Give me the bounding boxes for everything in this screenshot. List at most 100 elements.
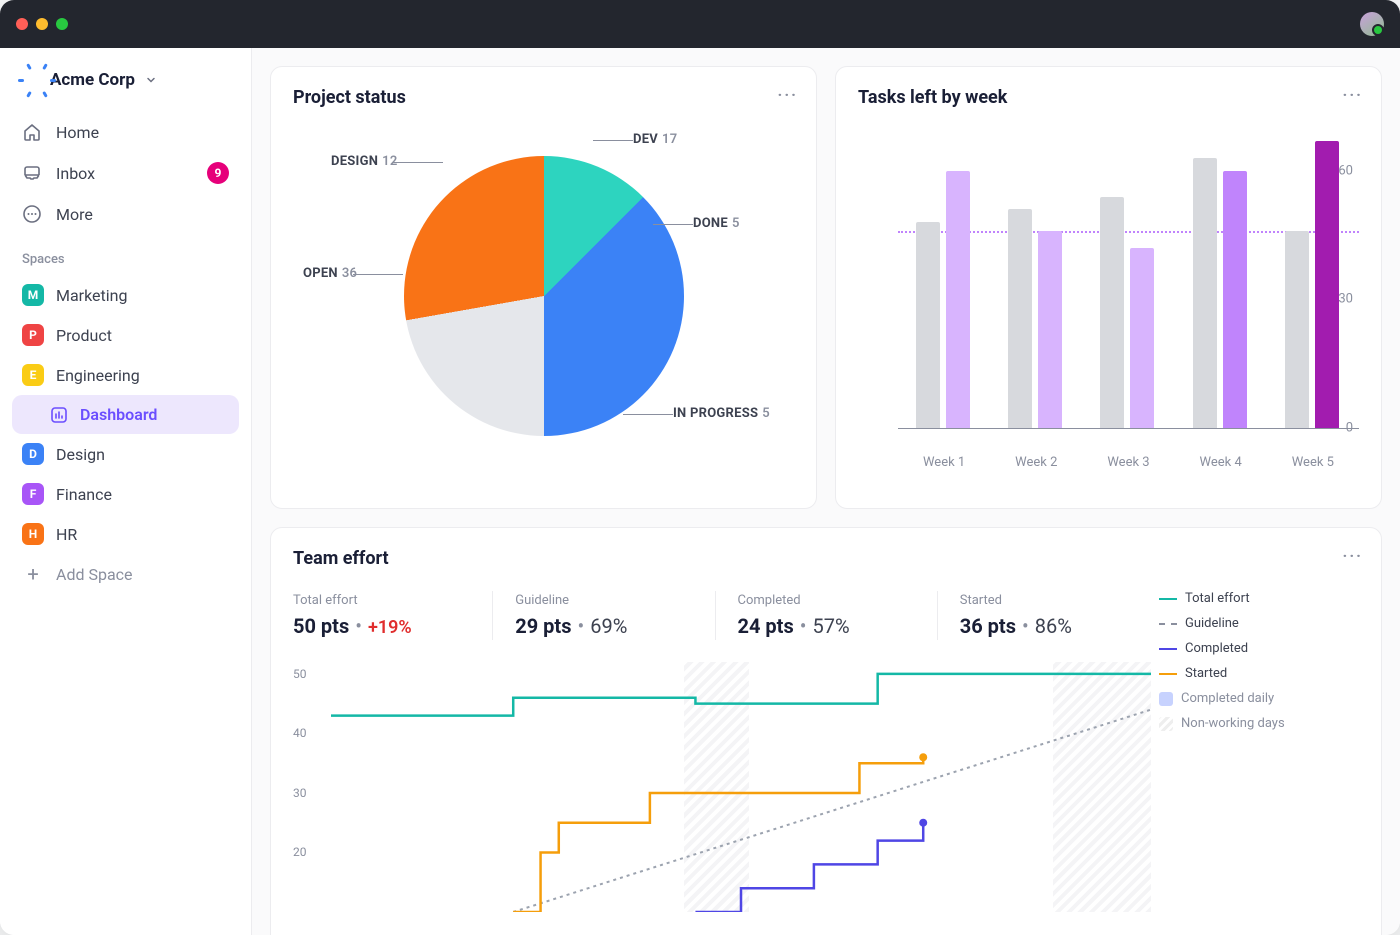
nav-home-label: Home — [56, 123, 99, 142]
team-effort-menu-button[interactable]: ··· — [1343, 546, 1363, 565]
chevron-down-icon — [145, 74, 157, 86]
tasks-by-week-card: Tasks left by week ··· 03060Week 1Week 2… — [835, 66, 1382, 509]
user-avatar[interactable] — [1360, 12, 1384, 36]
bar-a — [1008, 209, 1032, 428]
legend-non-working: Non-working days — [1159, 716, 1359, 731]
y-tick: 30 — [293, 786, 307, 800]
bar-b — [1315, 141, 1339, 428]
space-name: HR — [56, 525, 77, 544]
window-minimize-button[interactable] — [36, 18, 48, 30]
pie-label-done: DONE 5 — [693, 216, 740, 231]
sidebar-dashboard[interactable]: Dashboard — [12, 395, 239, 434]
bar-b — [1223, 171, 1247, 428]
bar-a — [1100, 197, 1124, 428]
bar-b — [1130, 248, 1154, 428]
stat-total-effort: Total effort 50 pts•+19% — [293, 591, 492, 640]
bar-group-1 — [916, 171, 972, 428]
bar-group-4 — [1193, 158, 1249, 428]
bar-a — [916, 222, 940, 428]
inbox-icon — [22, 163, 42, 183]
space-name: Finance — [56, 485, 112, 504]
bar-b — [1038, 231, 1062, 428]
nav-more[interactable]: More — [12, 194, 239, 234]
stat-label: Completed — [738, 593, 915, 608]
more-icon — [22, 204, 42, 224]
project-status-title: Project status — [293, 87, 794, 108]
sidebar: Acme Corp Home Inbox 9 More — [0, 48, 252, 935]
add-space-button[interactable]: + Add Space — [12, 554, 239, 594]
stat-value: 50 pts•+19% — [293, 614, 470, 638]
space-item-finance[interactable]: F Finance — [12, 474, 239, 514]
org-name: Acme Corp — [50, 70, 135, 90]
space-item-hr[interactable]: H HR — [12, 514, 239, 554]
space-name: Design — [56, 445, 105, 464]
stat-completed: Completed24 pts•57% — [715, 591, 937, 640]
team-effort-title: Team effort — [293, 548, 1359, 569]
space-icon: E — [22, 364, 44, 386]
team-effort-chart — [331, 662, 1151, 912]
dashboard-label: Dashboard — [80, 405, 157, 424]
x-label: Week 3 — [1100, 455, 1156, 470]
stat-label: Started — [960, 593, 1137, 608]
legend-completed: Completed — [1159, 641, 1359, 656]
project-status-pie — [404, 156, 684, 436]
x-label: Week 4 — [1193, 455, 1249, 470]
space-name: Product — [56, 326, 112, 345]
nav-more-label: More — [56, 205, 93, 224]
bar-group-3 — [1100, 197, 1156, 428]
nav-home[interactable]: Home — [12, 112, 239, 152]
add-space-label: Add Space — [56, 565, 133, 584]
pie-label-open: OPEN 36 — [303, 266, 357, 281]
stat-label: Guideline — [515, 593, 692, 608]
titlebar — [0, 0, 1400, 48]
x-label: Week 5 — [1285, 455, 1341, 470]
x-label: Week 2 — [1008, 455, 1064, 470]
legend-started: Started — [1159, 666, 1359, 681]
inbox-badge: 9 — [207, 162, 229, 184]
org-switcher[interactable]: Acme Corp — [12, 64, 239, 96]
space-icon: H — [22, 523, 44, 545]
dashboard-icon — [50, 406, 68, 424]
y-tick: 50 — [293, 667, 307, 681]
pie-label-in-progress: IN PROGRESS 5 — [673, 406, 770, 421]
space-name: Engineering — [56, 366, 140, 385]
space-icon: P — [22, 324, 44, 346]
stat-guideline: Guideline 29 pts•69% — [492, 591, 714, 640]
y-tick: 40 — [293, 726, 307, 740]
y-tick: 20 — [293, 845, 307, 859]
project-status-menu-button[interactable]: ··· — [778, 85, 798, 104]
space-item-design[interactable]: D Design — [12, 434, 239, 474]
space-item-marketing[interactable]: M Marketing — [12, 275, 239, 315]
window-zoom-button[interactable] — [56, 18, 68, 30]
stat-started: Started 36 pts•86% — [937, 591, 1159, 640]
org-logo-icon — [20, 70, 40, 90]
tasks-by-week-menu-button[interactable]: ··· — [1343, 85, 1363, 104]
home-icon — [22, 122, 42, 142]
legend-completed-daily: Completed daily — [1159, 691, 1359, 706]
bar-group-2 — [1008, 209, 1064, 428]
space-item-engineering[interactable]: E Engineering — [12, 355, 239, 395]
stat-value: 36 pts•86% — [960, 614, 1137, 638]
plus-icon: + — [22, 563, 44, 585]
bar-group-5 — [1285, 141, 1341, 428]
bar-b — [946, 171, 970, 428]
space-icon: F — [22, 483, 44, 505]
space-name: Marketing — [56, 286, 127, 305]
window-close-button[interactable] — [16, 18, 28, 30]
bar-a — [1285, 231, 1309, 428]
space-icon: D — [22, 443, 44, 465]
pie-label-dev: DEV 17 — [633, 132, 677, 147]
project-status-card: Project status ··· DEV 17 DONE 5 IN PROGRE… — [270, 66, 817, 509]
pie-label-design: DESIGN 12 — [331, 154, 398, 169]
stat-value: 29 pts•69% — [515, 614, 692, 638]
x-label: Week 1 — [916, 455, 972, 470]
nav-inbox[interactable]: Inbox 9 — [12, 152, 239, 194]
legend-guideline: Guideline — [1159, 616, 1359, 631]
space-icon: M — [22, 284, 44, 306]
space-item-product[interactable]: P Product — [12, 315, 239, 355]
tasks-by-week-title: Tasks left by week — [858, 87, 1359, 108]
team-effort-card: Team effort ··· Total effort 50 pts•+19% G… — [270, 527, 1382, 935]
legend-total-effort: Total effort — [1159, 591, 1359, 606]
stat-label: Total effort — [293, 593, 470, 608]
bar-a — [1193, 158, 1217, 428]
